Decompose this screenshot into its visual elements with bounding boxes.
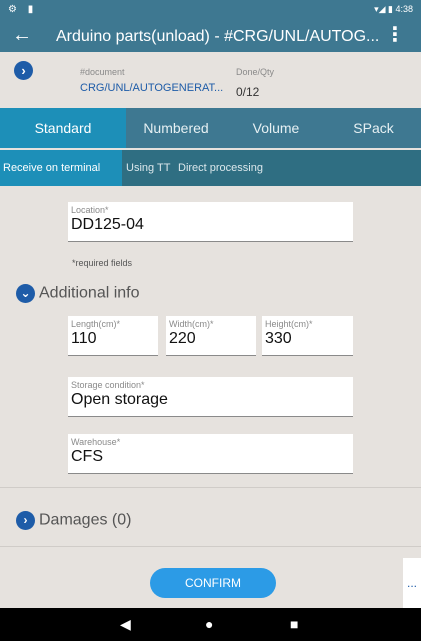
qty-value: 0/12 (236, 85, 260, 99)
tab-standard[interactable]: Standard (0, 108, 126, 148)
height-value: 330 (265, 330, 292, 347)
arrow-back-icon[interactable]: ← (12, 23, 32, 47)
tab-spack[interactable]: SPack (326, 108, 421, 148)
more-options-button[interactable]: ... (403, 558, 421, 608)
chevron-down-icon: ⌄ (16, 284, 35, 303)
more-vert-icon[interactable]: ⋮ (385, 24, 405, 46)
storage-condition-value: Open storage (71, 391, 168, 408)
divider (0, 546, 421, 547)
document-label: #document (80, 67, 125, 77)
tab-volume[interactable]: Volume (226, 108, 326, 148)
additional-info-header[interactable]: ⌄ Additional info (16, 284, 140, 303)
page-title: Arduino parts(unload) - #CRG/UNL/AUTOG..… (56, 28, 380, 45)
subtab-using-tt[interactable]: Using TT (126, 150, 170, 186)
system-nav-bar: ◀ ● ■ (0, 608, 421, 641)
height-field[interactable]: Height(cm)* 330 (262, 316, 353, 356)
width-field[interactable]: Width(cm)* 220 (166, 316, 256, 356)
divider (0, 487, 421, 488)
height-label: Height(cm)* (265, 319, 313, 329)
length-field[interactable]: Length(cm)* 110 (68, 316, 158, 356)
nav-home-icon[interactable]: ● (205, 616, 213, 632)
status-icons-right: ▾◢ ▮ 4:38 (374, 4, 413, 14)
status-bar: ⚙ ▮ ▾◢ ▮ 4:38 (0, 0, 421, 20)
document-value: CRG/UNL/AUTOGENERAT... (80, 82, 224, 94)
location-value: DD125-04 (71, 216, 144, 233)
tab-bar: Standard Numbered Volume SPack (0, 108, 421, 148)
status-icons-left: ⚙ ▮ (8, 4, 38, 15)
length-value: 110 (71, 330, 97, 347)
additional-info-label: Additional info (39, 284, 140, 302)
subtab-bar: Receive on terminal Using TT Direct proc… (0, 150, 421, 186)
location-label: Location* (71, 205, 109, 215)
bottom-action-bar: CONFIRM ... (0, 558, 421, 608)
warehouse-value: CFS (71, 448, 103, 465)
app-bar: ← Arduino parts(unload) - #CRG/UNL/AUTOG… (0, 20, 421, 52)
subtab-direct-processing[interactable]: Direct processing (178, 150, 263, 186)
tab-numbered[interactable]: Numbered (126, 108, 226, 148)
qty-label: Done/Qty (236, 67, 275, 77)
damages-label: Damages (0) (39, 511, 132, 529)
warehouse-field[interactable]: Warehouse* CFS (68, 434, 353, 474)
storage-condition-field[interactable]: Storage condition* Open storage (68, 377, 353, 417)
damages-header[interactable]: › Damages (0) (16, 511, 131, 530)
subtab-receive-on-terminal[interactable]: Receive on terminal (0, 150, 122, 186)
location-field[interactable]: Location* DD125-04 (68, 202, 353, 242)
confirm-button[interactable]: CONFIRM (150, 568, 276, 598)
storage-condition-label: Storage condition* (71, 380, 145, 390)
chevron-right-icon[interactable]: › (14, 61, 33, 80)
warehouse-label: Warehouse* (71, 437, 121, 447)
document-info: › #document CRG/UNL/AUTOGENERAT... Done/… (0, 52, 421, 108)
length-label: Length(cm)* (71, 319, 121, 329)
width-label: Width(cm)* (169, 319, 214, 329)
chevron-right-icon: › (16, 511, 35, 530)
required-note: *required fields (72, 258, 133, 268)
nav-back-icon[interactable]: ◀ (120, 616, 131, 632)
nav-recents-icon[interactable]: ■ (290, 616, 298, 632)
width-value: 220 (169, 330, 196, 347)
